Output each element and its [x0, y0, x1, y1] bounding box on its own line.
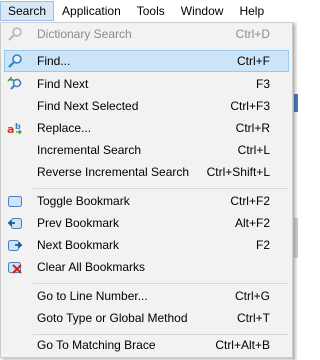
menu-item-shortcut: F2 [255, 238, 270, 252]
find-next-icon [7, 76, 22, 90]
clear-bookmarks-icon [8, 262, 22, 274]
menu-item-shortcut: Ctrl+L [237, 143, 270, 157]
menu-item-shortcut: Ctrl+F2 [230, 194, 270, 208]
menu-item-label: Find Next Selected [37, 99, 139, 113]
menu-separator [33, 283, 289, 284]
menu-item-shortcut: Ctrl+Alt+B [215, 338, 270, 352]
menu-item-label: Next Bookmark [37, 238, 120, 252]
menu-item-shortcut: F3 [255, 77, 270, 91]
menu-item-label: Clear All Bookmarks [37, 260, 146, 274]
menu-item-label: Replace... [37, 121, 92, 135]
menu-item-replace[interactable]: a b Replace... Ctrl+R [4, 117, 289, 139]
menu-item-label: Go to Line Number... [37, 289, 148, 303]
prev-bookmark-icon [7, 218, 22, 229]
menu-item-goto-type-or-global-method[interactable]: Goto Type or Global Method Ctrl+T [4, 307, 289, 329]
menu-item-shortcut: Ctrl+F [237, 54, 270, 68]
dictionary-search-icon [8, 27, 22, 41]
menu-item-clear-all-bookmarks[interactable]: Clear All Bookmarks [4, 256, 289, 278]
find-icon [8, 54, 22, 68]
menu-item-label: Goto Type or Global Method [37, 311, 188, 325]
menu-help[interactable]: Help [231, 1, 272, 21]
menu-item-find[interactable]: Find... Ctrl+F [4, 50, 289, 72]
menu-item-shortcut: Ctrl+T [237, 311, 270, 325]
menu-item-next-bookmark[interactable]: Next Bookmark F2 [4, 234, 289, 256]
menu-window[interactable]: Window [173, 1, 232, 21]
menu-item-reverse-incremental-search[interactable]: Reverse Incremental Search Ctrl+Shift+L [4, 161, 289, 183]
search-dropdown-menu: Dictionary Search Ctrl+D Find... Ctrl+F … [0, 22, 293, 358]
menu-item-shortcut: Alt+F2 [234, 216, 270, 230]
menu-tools[interactable]: Tools [129, 1, 173, 21]
menu-item-label: Reverse Incremental Search [37, 165, 190, 179]
background-window-edge [293, 22, 298, 360]
menu-item-shortcut: Ctrl+G [234, 289, 270, 303]
menu-item-shortcut: Ctrl+Shift+L [206, 165, 270, 179]
menu-item-dictionary-search[interactable]: Dictionary Search Ctrl+D [4, 23, 289, 45]
menu-item-find-next[interactable]: Find Next F3 [4, 73, 289, 95]
menu-item-go-to-line-number[interactable]: Go to Line Number... Ctrl+G [4, 285, 289, 307]
menu-item-prev-bookmark[interactable]: Prev Bookmark Alt+F2 [4, 212, 289, 234]
menu-item-incremental-search[interactable]: Incremental Search Ctrl+L [4, 139, 289, 161]
menu-item-shortcut: Ctrl+D [235, 27, 270, 41]
menu-item-go-to-matching-brace[interactable]: Go To Matching Brace Ctrl+Alt+B [4, 334, 289, 356]
svg-text:b: b [15, 122, 21, 131]
menu-item-label: Prev Bookmark [37, 216, 120, 230]
background-scroll [294, 218, 298, 258]
svg-text:a: a [7, 123, 14, 136]
menu-item-toggle-bookmark[interactable]: Toggle Bookmark Ctrl+F2 [4, 190, 289, 212]
menu-item-label: Find... [37, 54, 71, 68]
menu-item-shortcut: Ctrl+F3 [230, 99, 270, 113]
menu-item-shortcut: Ctrl+R [235, 121, 270, 135]
bookmark-icon [8, 196, 22, 207]
menu-item-label: Dictionary Search [37, 27, 132, 41]
next-bookmark-icon [8, 240, 23, 251]
replace-icon: a b [7, 122, 22, 136]
menu-item-find-next-selected[interactable]: Find Next Selected Ctrl+F3 [4, 95, 289, 117]
menu-search[interactable]: Search [0, 1, 55, 21]
background-accent [294, 94, 298, 112]
menu-item-label: Go To Matching Brace [37, 338, 156, 352]
menu-item-label: Find Next [37, 77, 89, 91]
menu-item-label: Toggle Bookmark [37, 194, 130, 208]
menu-item-label: Incremental Search [37, 143, 142, 157]
menu-separator [33, 188, 289, 189]
menu-application[interactable]: Application [54, 1, 129, 21]
screen: Search Application Tools Window Help Dic… [0, 0, 298, 360]
menu-bar: Search Application Tools Window Help [0, 0, 297, 22]
